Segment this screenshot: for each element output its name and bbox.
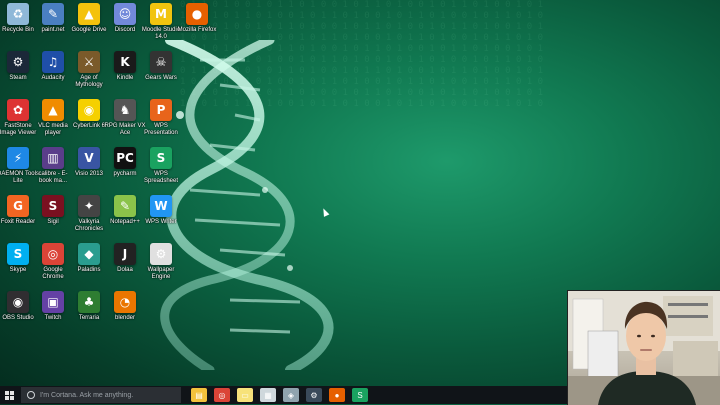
start-button[interactable] bbox=[0, 386, 18, 404]
desktop-icon-vlc[interactable]: ▲ VLC media player bbox=[35, 99, 71, 137]
desktop-icon-steam[interactable]: ⚙ Steam bbox=[0, 51, 36, 82]
desktop-icon-kindle[interactable]: K Kindle bbox=[107, 51, 143, 82]
desktop-icon-label: Mozilla Firefox bbox=[177, 27, 217, 33]
wps-spreadsheet-taskbar-icon[interactable]: S bbox=[352, 388, 368, 402]
faststone-icon: ✿ bbox=[7, 99, 29, 121]
desktop-icon-label: Wallpaper Engine bbox=[147, 267, 175, 280]
desktop-icon-rpg-maker[interactable]: ♞ RPG Maker VX Ace bbox=[104, 99, 146, 137]
desktop-icon-wps-presentation[interactable]: P WPS Presentation bbox=[143, 99, 179, 137]
paladins-icon: ◆ bbox=[78, 243, 100, 265]
wps-presentation-icon: P bbox=[150, 99, 172, 121]
desktop-icon-google-drive[interactable]: ▲ Google Drive bbox=[71, 3, 107, 34]
age-of-mythology-icon: ⚔ bbox=[78, 51, 100, 73]
cyberlink-icon: ◉ bbox=[78, 99, 100, 121]
desktop-icon-notepad-plus[interactable]: ✎ Notepad++ bbox=[107, 195, 143, 226]
desktop-icon-twitch[interactable]: ▣ Twitch bbox=[35, 291, 71, 322]
webcam-overlay bbox=[567, 290, 720, 405]
recycle-bin-icon: ♻ bbox=[7, 3, 29, 25]
cortana-search-box[interactable]: I'm Cortana. Ask me anything. bbox=[21, 387, 181, 403]
kindle-icon: K bbox=[114, 51, 136, 73]
steam-taskbar-icon[interactable]: ⚙ bbox=[306, 388, 322, 402]
desktop-icon-label: WPS Presentation bbox=[144, 123, 178, 136]
desktop-icon-dolaa[interactable]: J Dolaa bbox=[107, 243, 143, 274]
desktop-icon-obs[interactable]: ◉ OBS Studio bbox=[0, 291, 36, 322]
desktop-icon-wallpaper-engine[interactable]: ⚙ Wallpaper Engine bbox=[143, 243, 179, 281]
desktop-icon-skype[interactable]: S Skype bbox=[0, 243, 36, 274]
vlc-icon: ▲ bbox=[42, 99, 64, 121]
discord-icon: ☺ bbox=[114, 3, 136, 25]
desktop-icon-age-of-mythology[interactable]: ⚔ Age of Mythology bbox=[71, 51, 107, 89]
skype-icon: S bbox=[7, 243, 29, 265]
wps-writer-icon: W bbox=[150, 195, 172, 217]
terraria-icon: ♣ bbox=[78, 291, 100, 313]
desktop-icon-label: blender bbox=[114, 315, 135, 321]
pycharm-icon: PC bbox=[114, 147, 136, 169]
dna-helix-wallpaper bbox=[160, 40, 334, 370]
desktop-icon-moodle-studio[interactable]: M Moodle Studio 14.0 bbox=[142, 3, 180, 41]
gears-icon: ☠ bbox=[150, 51, 172, 73]
desktop-icon-paint-net[interactable]: ✎ paint.net bbox=[35, 3, 71, 34]
blender-icon: ◔ bbox=[114, 291, 136, 313]
desktop-icon-gears[interactable]: ☠ Gears Wars bbox=[143, 51, 179, 82]
rpg-maker-icon: ♞ bbox=[114, 99, 136, 121]
dolaa-icon: J bbox=[114, 243, 136, 265]
wallpaper-engine-icon: ⚙ bbox=[150, 243, 172, 265]
desktop-icon-wps-spreadsheet[interactable]: S WPS Spreadsheet bbox=[143, 147, 179, 185]
wps-spreadsheet-icon: S bbox=[150, 147, 172, 169]
cortana-icon bbox=[27, 391, 35, 399]
document-app-icon[interactable]: ▦ bbox=[260, 388, 276, 402]
calibre-icon: ▥ bbox=[42, 147, 64, 169]
valkyria-icon: ✦ bbox=[78, 195, 100, 217]
desktop-icon-recycle-bin[interactable]: ♻ Recycle Bin bbox=[0, 3, 36, 34]
foxit-icon: G bbox=[7, 195, 29, 217]
window-app-icon[interactable]: ◈ bbox=[283, 388, 299, 402]
twitch-icon: ▣ bbox=[42, 291, 64, 313]
desktop-icon-paladins[interactable]: ◆ Paladins bbox=[71, 243, 107, 274]
desktop-icon-terraria[interactable]: ♣ Terraria bbox=[71, 291, 107, 322]
chrome-taskbar-icon[interactable]: ◎ bbox=[214, 388, 230, 402]
desktop-icon-daemon-tools[interactable]: ⚡ DAEMON Tools Lite bbox=[0, 147, 39, 185]
desktop-icon-visio[interactable]: V Visio 2013 bbox=[71, 147, 107, 178]
desktop-icon-blender[interactable]: ◔ blender bbox=[107, 291, 143, 322]
desktop-icon-valkyria[interactable]: ✦ Valkyria Chronicles bbox=[71, 195, 107, 233]
firefox-taskbar-icon[interactable]: ● bbox=[329, 388, 345, 402]
visio-icon: V bbox=[78, 147, 100, 169]
desktop-icon-calibre[interactable]: ▥ calibre - E-book ma... bbox=[35, 147, 71, 185]
obs-icon: ◉ bbox=[7, 291, 29, 313]
desktop-icon-sigil[interactable]: S Sigil bbox=[35, 195, 71, 226]
moodle-studio-icon: M bbox=[150, 3, 172, 25]
google-drive-icon: ▲ bbox=[78, 3, 100, 25]
windows-logo-icon bbox=[4, 390, 14, 400]
desktop-icon-label: WPS Spreadsheet bbox=[143, 171, 179, 184]
desktop-icon-cyberlink[interactable]: ◉ CyberLink 6 bbox=[71, 99, 107, 130]
desktop-icon-label: Gears Wars bbox=[145, 75, 177, 81]
desktop-icon-pycharm[interactable]: PC pycharm bbox=[107, 147, 143, 178]
desktop-icon-audacity[interactable]: ♫ Audacity bbox=[35, 51, 71, 82]
desktop-icon-discord[interactable]: ☺ Discord bbox=[107, 3, 143, 34]
desktop-icon-chrome[interactable]: ◎ Google Chrome bbox=[35, 243, 71, 281]
file-explorer-icon[interactable]: ▤ bbox=[191, 388, 207, 402]
desktop-icon-label: WPS Writer bbox=[145, 219, 177, 225]
steam-icon: ⚙ bbox=[7, 51, 29, 73]
sigil-icon: S bbox=[42, 195, 64, 217]
firefox-icon: ● bbox=[186, 3, 208, 25]
taskbar-pinned-apps: ▤ ◎ ▭ ▦ ◈ ⚙ ● S bbox=[191, 388, 368, 402]
daemon-tools-icon: ⚡ bbox=[7, 147, 29, 169]
desktop-icon-faststone[interactable]: ✿ FastStone Image Viewer bbox=[0, 99, 36, 137]
desktop-icon-wps-writer[interactable]: W WPS Writer bbox=[143, 195, 179, 226]
desktop-icon-firefox[interactable]: ● Mozilla Firefox bbox=[177, 3, 217, 34]
notepad-plus-icon: ✎ bbox=[114, 195, 136, 217]
audacity-icon: ♫ bbox=[42, 51, 64, 73]
paint-net-icon: ✎ bbox=[42, 3, 64, 25]
chrome-icon: ◎ bbox=[42, 243, 64, 265]
cortana-search-placeholder: I'm Cortana. Ask me anything. bbox=[40, 391, 134, 399]
sticky-notes-icon[interactable]: ▭ bbox=[237, 388, 253, 402]
desktop-icon-foxit[interactable]: G Foxit Reader bbox=[0, 195, 36, 226]
